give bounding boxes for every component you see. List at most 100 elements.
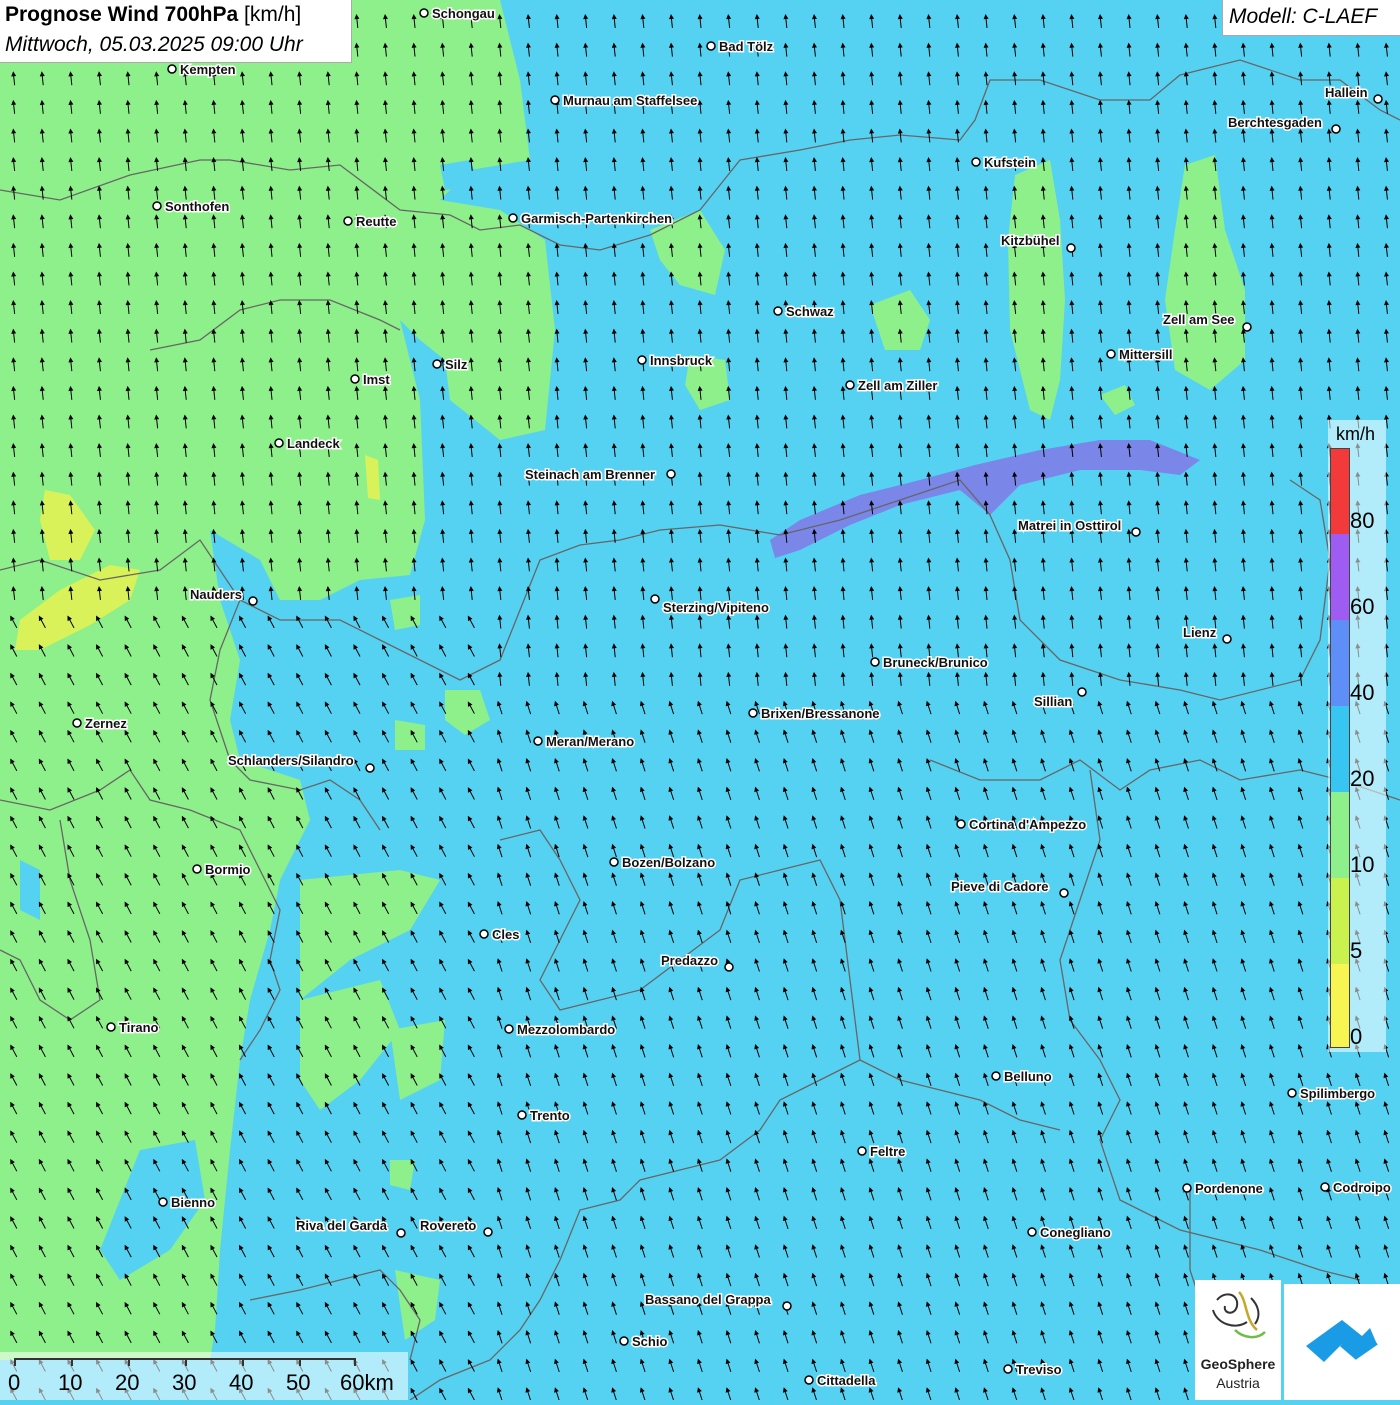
model-label-box: Modell: C-LAEF [1222, 0, 1400, 36]
city-label: Tirano [119, 1020, 159, 1035]
wind-field-20-40 [20, 860, 40, 920]
city-label: Schio [632, 1334, 667, 1349]
legend-label: 40 [1350, 680, 1375, 705]
legend-unit: km/h [1336, 424, 1376, 444]
geosphere-name: GeoSphere [1200, 1356, 1276, 1372]
city-marker: Murnau am Staffelsee [550, 92, 699, 110]
city-marker: Innsbruck [637, 352, 714, 370]
legend-swatch [1331, 706, 1349, 792]
scale-label: 0 [8, 1370, 21, 1395]
scale-tick [14, 1358, 16, 1366]
city-marker: Spilimbergo [1287, 1085, 1377, 1103]
city-marker: Steinach am Brenner [524, 466, 676, 484]
legend-swatch [1331, 792, 1349, 878]
city-label: Treviso [1016, 1362, 1062, 1377]
legend-label: 5 [1350, 938, 1363, 963]
city-marker: Conegliano [1027, 1224, 1112, 1242]
geosphere-logo[interactable]: GeoSphere Austria [1195, 1280, 1281, 1400]
city-label: Garmisch-Partenkirchen [521, 211, 672, 226]
geosphere-sub: Austria [1216, 1375, 1260, 1391]
city-label: Spilimbergo [1300, 1086, 1375, 1101]
city-marker: Zell am Ziller [845, 377, 939, 395]
city-label: Mittersill [1119, 347, 1172, 362]
city-label: Imst [363, 372, 390, 387]
city-label: Murnau am Staffelsee [563, 93, 697, 108]
city-label: Kufstein [984, 155, 1036, 170]
city-label: Lienz [1183, 625, 1217, 640]
city-marker: Schongau [419, 5, 496, 23]
legend-swatch [1331, 878, 1349, 964]
city-label: Codroipo [1333, 1180, 1391, 1195]
legend-label: 10 [1350, 852, 1375, 877]
legend-swatch [1331, 449, 1349, 534]
city-label: Bienno [171, 1195, 215, 1210]
city-marker: Pordenone [1182, 1180, 1264, 1198]
city-label: Bad Tölz [719, 39, 774, 54]
city-label: Brixen/Bressanone [761, 706, 880, 721]
city-label: Schongau [432, 6, 495, 21]
scale-label: 20 [115, 1370, 140, 1395]
legend-swatch [1331, 964, 1349, 1047]
model-label: Modell: C-LAEF [1229, 5, 1378, 28]
city-label: Cles [492, 927, 519, 942]
city-label: Riva del Garda [296, 1218, 388, 1233]
city-label: Berchtesgaden [1228, 115, 1322, 130]
city-label: Landeck [287, 436, 341, 451]
scale-label: 40 [229, 1370, 254, 1395]
scale-label: 50 [286, 1370, 311, 1395]
city-label: Kempten [180, 62, 236, 77]
city-label: Sillian [1034, 694, 1072, 709]
scale-tick [354, 1358, 356, 1366]
scale-tick [185, 1358, 187, 1366]
legend-colorbar [1330, 448, 1350, 1048]
city-label: Meran/Merano [546, 734, 634, 749]
map-title-box: Prognose Wind 700hPa [km/h] Mittwoch, 05… [0, 0, 352, 63]
city-label: Schwaz [786, 304, 834, 319]
city-label: Bassano del Grappa [645, 1292, 771, 1307]
city-label: Matrei in Osttirol [1018, 518, 1121, 533]
cloud-arrow-icon [1306, 1320, 1378, 1362]
city-label: Hallein [1325, 85, 1368, 100]
city-label: Sonthofen [165, 199, 229, 214]
city-marker: Sonthofen [152, 198, 231, 216]
scale-line [14, 1358, 354, 1360]
city-label: Schlanders/Silandro [228, 753, 354, 768]
wind-map: Schongau Bad Tölz Kempten Murnau am Staf… [0, 0, 1400, 1400]
city-label: Kitzbühel [1001, 233, 1060, 248]
city-label: Bruneck/Brunico [883, 655, 988, 670]
legend-label: 60 [1350, 594, 1375, 619]
city-label: Zernez [85, 716, 127, 731]
partner-logo[interactable] [1284, 1284, 1400, 1400]
city-label: Bormio [205, 862, 251, 877]
city-label: Nauders [190, 587, 242, 602]
city-label: Trento [530, 1108, 570, 1123]
forecast-datetime: Mittwoch, 05.03.2025 09:00 Uhr [5, 33, 303, 56]
city-label: Innsbruck [650, 353, 713, 368]
city-label: Cortina d'Ampezzo [969, 817, 1086, 832]
city-label: Zell am See [1163, 312, 1235, 327]
city-label: Sterzing/Vipiteno [663, 600, 769, 615]
legend-swatch [1331, 534, 1349, 620]
city-label: Belluno [1004, 1069, 1052, 1084]
color-legend: km/h 80 60 40 20 10 5 0 [1328, 420, 1386, 1052]
legend-swatch [1331, 620, 1349, 706]
title-unit: [km/h] [244, 3, 302, 26]
city-marker: Bruneck/Brunico [870, 654, 989, 672]
scale-tick [128, 1358, 130, 1366]
scale-label: 10 [58, 1370, 83, 1395]
city-marker: Cortina d'Ampezzo [956, 816, 1088, 834]
city-label: Mezzolombardo [517, 1022, 615, 1037]
scale-tick [242, 1358, 244, 1366]
city-label: Rovereto [420, 1218, 476, 1233]
scale-label: 30 [172, 1370, 197, 1395]
scale-label: 60km [340, 1370, 394, 1395]
geosphere-mark-icon [1212, 1291, 1266, 1339]
city-marker: Mezzolombardo [504, 1021, 617, 1039]
map-title: Prognose Wind 700hPa [km/h] [5, 3, 301, 27]
city-label: Zell am Ziller [858, 378, 937, 393]
scale-tick [299, 1358, 301, 1366]
title-text: Prognose Wind 700hPa [5, 3, 239, 26]
scale-tick [71, 1358, 73, 1366]
city-label: Feltre [870, 1144, 905, 1159]
city-label: Steinach am Brenner [525, 467, 655, 482]
